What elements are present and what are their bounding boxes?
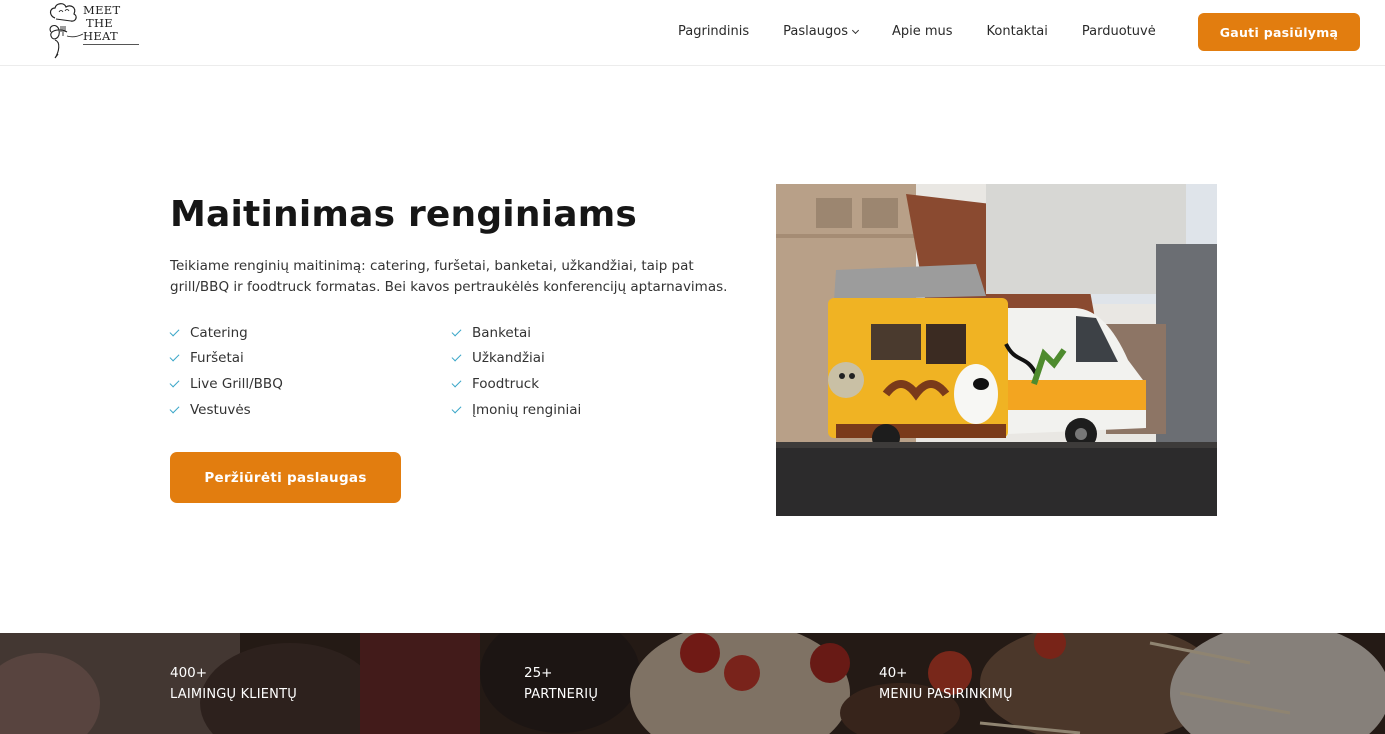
food-truck-illustration <box>776 184 1217 516</box>
nav-item-kontaktai[interactable]: Kontaktai <box>987 24 1048 39</box>
logo[interactable]: MEET THE HEAT <box>45 2 145 62</box>
stats-section: 400+ LAIMINGŲ KLIENTŲ 25+ PARTNERIŲ 40+ … <box>0 633 1385 734</box>
feature-label: Furšetai <box>190 350 244 366</box>
nav-label: Pagrindinis <box>678 24 750 39</box>
chef-logo-icon <box>49 3 84 59</box>
nav-label: Apie mus <box>891 24 953 39</box>
site-header: MEET THE HEAT Pagrindinis Paslaugos Apie… <box>0 0 1385 66</box>
chevron-down-icon <box>851 26 860 34</box>
logo-word-heat: HEAT <box>83 29 118 43</box>
hero-image <box>776 184 1217 516</box>
stat-label: LAIMINGŲ KLIENTŲ <box>170 687 297 702</box>
list-item: Furšetai <box>169 350 244 366</box>
nav-label: Kontaktai <box>986 24 1048 39</box>
list-item: Užkandžiai <box>451 350 545 366</box>
list-item: Catering <box>169 325 248 341</box>
nav-item-pagrindinis[interactable]: Pagrindinis <box>678 24 749 39</box>
logo-text: MEET THE HEAT <box>83 4 120 43</box>
check-icon <box>451 326 462 337</box>
stat-menu-options: 40+ MENIU PASIRINKIMŲ <box>879 665 1013 704</box>
check-icon <box>169 351 180 362</box>
check-icon <box>169 403 180 414</box>
hero-description: Teikiame renginių maitinimą: catering, f… <box>170 258 728 295</box>
feature-label: Live Grill/BBQ <box>190 376 283 392</box>
feature-label: Užkandžiai <box>472 350 545 366</box>
feature-label: Foodtruck <box>472 376 540 392</box>
stat-label: PARTNERIŲ <box>524 687 599 702</box>
list-item: Įmonių renginiai <box>451 402 582 418</box>
stat-label: MENIU PASIRINKIMŲ <box>879 687 1013 702</box>
check-icon <box>451 377 462 388</box>
stat-partners: 25+ PARTNERIŲ <box>524 665 598 704</box>
get-offer-button[interactable]: Gauti pasiūlymą <box>1198 13 1360 51</box>
feature-label: Catering <box>190 325 248 341</box>
list-item: Live Grill/BBQ <box>169 376 283 392</box>
logo-underline <box>83 44 139 45</box>
stat-value: 40+ <box>879 665 908 681</box>
check-icon <box>451 403 462 414</box>
check-icon <box>451 351 462 362</box>
check-icon <box>169 377 180 388</box>
check-icon <box>169 326 180 337</box>
list-item: Foodtruck <box>451 376 540 392</box>
nav-item-paslaugos[interactable]: Paslaugos <box>783 24 860 39</box>
nav-label: Parduotuvė <box>1081 24 1156 39</box>
feature-label: Įmonių renginiai <box>472 402 582 418</box>
stat-value: 400+ <box>170 665 208 681</box>
nav-item-parduotuve[interactable]: Parduotuvė <box>1082 24 1156 39</box>
view-services-button[interactable]: Peržiūrėti paslaugas <box>170 452 401 503</box>
feature-label: Vestuvės <box>190 402 251 418</box>
main-nav: Pagrindinis Paslaugos Apie mus Kontaktai… <box>678 24 1190 39</box>
list-item: Banketai <box>451 325 532 341</box>
list-item: Vestuvės <box>169 402 251 418</box>
nav-item-apie-mus[interactable]: Apie mus <box>892 24 953 39</box>
nav-label: Paslaugos <box>783 24 848 39</box>
stat-value: 25+ <box>524 665 553 681</box>
page-title: Maitinimas renginiams <box>170 194 638 235</box>
stat-clients: 400+ LAIMINGŲ KLIENTŲ <box>170 665 297 704</box>
feature-label: Banketai <box>472 325 532 341</box>
